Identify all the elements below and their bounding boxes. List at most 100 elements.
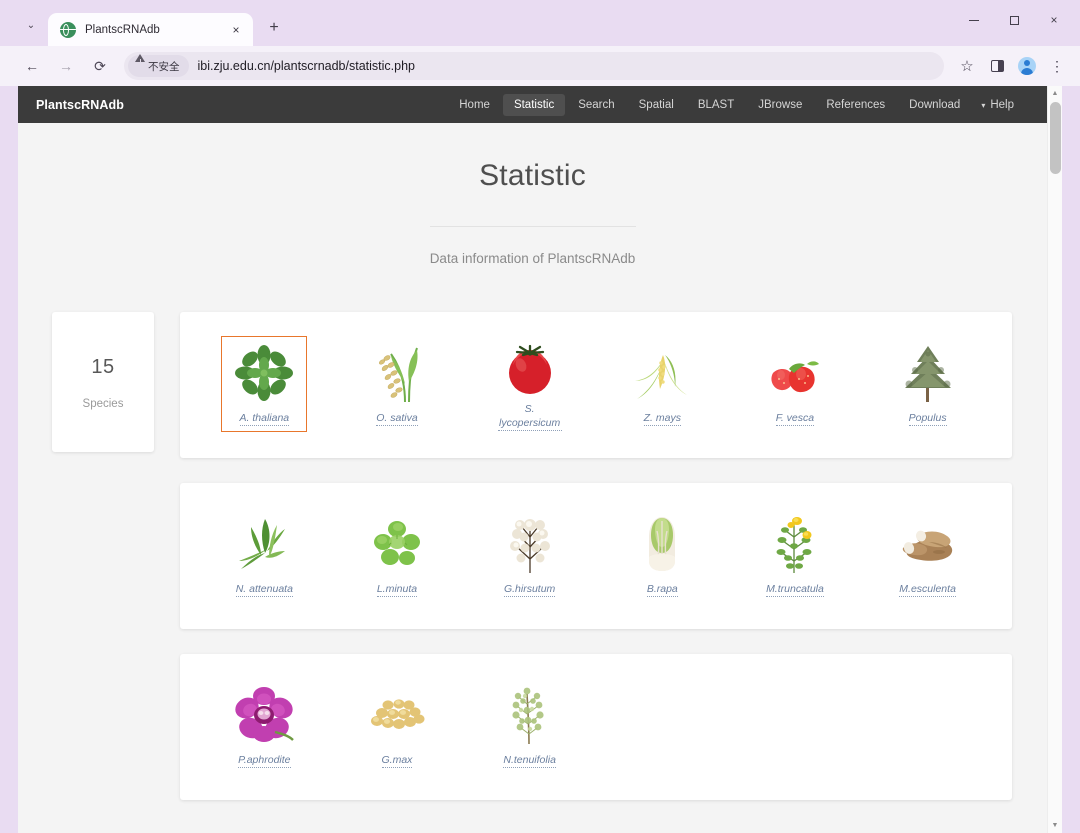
nav-item-search[interactable]: Search: [567, 94, 625, 116]
scroll-up-arrow-icon[interactable]: ▲: [1048, 86, 1062, 101]
species-item[interactable]: F. vesca: [729, 336, 862, 432]
species-thumb-box[interactable]: Populus: [885, 336, 971, 432]
species-item[interactable]: Populus: [861, 336, 994, 432]
avatar-glyph: [1018, 57, 1036, 75]
species-panel-row-3: P.aphrodite G.max N.tenuifolia: [180, 654, 1012, 800]
species-count-number: 15: [91, 356, 115, 378]
species-name[interactable]: M.truncatula: [766, 582, 824, 598]
species-thumb-box[interactable]: G.max: [354, 678, 440, 774]
species-thumb-box[interactable]: F. vesca: [752, 336, 838, 432]
species-item[interactable]: S. lycopersicum: [463, 336, 596, 432]
nav-item-download[interactable]: Download: [898, 94, 971, 116]
address-bar[interactable]: 不安全 ibi.zju.edu.cn/plantscrnadb/statisti…: [124, 52, 944, 80]
species-thumb-box[interactable]: O. sativa: [354, 336, 440, 432]
site-brand[interactable]: PlantscRNAdb: [36, 98, 124, 112]
cabbage-icon: [626, 512, 698, 576]
species-thumb-box[interactable]: Z. mays: [619, 336, 705, 432]
site-navbar: PlantscRNAdb Home Statistic Search Spati…: [18, 86, 1047, 123]
species-item[interactable]: B.rapa: [596, 507, 729, 603]
security-status-badge[interactable]: 不安全: [128, 53, 189, 77]
species-thumb-box[interactable]: G.hirsutum: [487, 507, 573, 603]
species-item[interactable]: N. attenuata: [198, 507, 331, 603]
species-item[interactable]: Z. mays: [596, 336, 729, 432]
window-controls: ×: [954, 6, 1074, 34]
nav-item-spatial[interactable]: Spatial: [628, 94, 685, 116]
orchid-icon: [228, 683, 300, 747]
nav-item-references[interactable]: References: [815, 94, 896, 116]
statistics-layout: 15 Species A. thaliana O. sativa S. lyco…: [18, 312, 1047, 800]
close-icon[interactable]: ×: [227, 21, 245, 39]
species-item[interactable]: M.truncatula: [729, 507, 862, 603]
nav-item-help[interactable]: ▾ Help: [973, 94, 1025, 116]
species-thumb-box[interactable]: L.minuta: [354, 507, 440, 603]
species-item[interactable]: O. sativa: [331, 336, 464, 432]
web-page: PlantscRNAdb Home Statistic Search Spati…: [18, 86, 1047, 833]
species-thumb-box[interactable]: N.tenuifolia: [487, 678, 573, 774]
window-close-button[interactable]: ×: [1034, 6, 1074, 34]
back-icon[interactable]: ←: [18, 52, 46, 80]
species-item[interactable]: G.max: [331, 678, 464, 774]
species-thumb-box[interactable]: M.esculenta: [885, 507, 971, 603]
bookmark-star-icon[interactable]: ☆: [952, 52, 982, 80]
page-scrollbar[interactable]: ▲ ▼: [1047, 86, 1062, 833]
scrollbar-thumb[interactable]: [1050, 102, 1061, 174]
page-title: Statistic: [479, 159, 586, 192]
browser-toolbar: ← → ⟳ 不安全 ibi.zju.edu.cn/plantscrnadb/st…: [0, 46, 1080, 86]
species-name[interactable]: O. sativa: [376, 411, 418, 427]
species-name[interactable]: G.max: [381, 753, 413, 769]
species-name[interactable]: Populus: [908, 411, 947, 427]
species-thumb-box[interactable]: P.aphrodite: [221, 678, 307, 774]
species-name[interactable]: B.rapa: [646, 582, 678, 598]
species-thumb-box[interactable]: A. thaliana: [221, 336, 308, 432]
reload-icon[interactable]: ⟳: [86, 52, 114, 80]
species-name[interactable]: N. attenuata: [235, 582, 293, 598]
species-name[interactable]: S. lycopersicum: [497, 402, 562, 431]
species-name[interactable]: G.hirsutum: [503, 582, 556, 598]
soybean-icon: [361, 683, 433, 747]
species-name[interactable]: A. thaliana: [239, 411, 290, 427]
page-subtitle: Data information of PlantscRNAdb: [429, 251, 636, 266]
nav-item-jbrowse[interactable]: JBrowse: [747, 94, 813, 116]
species-name[interactable]: M.esculenta: [899, 582, 956, 598]
star-glyph: ☆: [960, 57, 974, 75]
species-name[interactable]: N.tenuifolia: [503, 753, 556, 769]
species-panel-row-1: A. thaliana O. sativa S. lycopersicum Z.…: [180, 312, 1012, 458]
poplar-icon: [892, 341, 964, 405]
new-tab-button[interactable]: +: [261, 15, 287, 41]
forward-icon[interactable]: →: [52, 52, 80, 80]
cotton-icon: [494, 512, 566, 576]
species-name[interactable]: Z. mays: [643, 411, 681, 427]
species-name[interactable]: F. vesca: [775, 411, 815, 427]
profile-avatar-icon[interactable]: [1012, 52, 1042, 80]
tab-search-caret-icon[interactable]: ⌄: [18, 12, 44, 38]
nav-item-statistic[interactable]: Statistic: [502, 93, 566, 116]
species-item[interactable]: P.aphrodite: [198, 678, 331, 774]
tomato-icon: [494, 341, 566, 396]
browser-menu-icon[interactable]: ⋮: [1042, 52, 1072, 80]
browser-tab[interactable]: PlantscRNAdb ×: [48, 13, 253, 46]
species-thumb-box[interactable]: B.rapa: [619, 507, 705, 603]
species-item[interactable]: L.minuta: [331, 507, 464, 603]
species-item[interactable]: G.hirsutum: [463, 507, 596, 603]
species-item[interactable]: A. thaliana: [198, 336, 331, 432]
minimize-button[interactable]: [954, 6, 994, 34]
cassava-icon: [892, 512, 964, 576]
maximize-button[interactable]: [994, 6, 1034, 34]
page-content: Statistic Data information of PlantscRNA…: [18, 159, 1047, 800]
side-panel-glyph: [990, 60, 1004, 72]
strawberry-icon: [759, 341, 831, 405]
species-name[interactable]: P.aphrodite: [238, 753, 291, 769]
nav-item-blast[interactable]: BLAST: [687, 94, 745, 116]
dots-glyph: ⋮: [1050, 58, 1064, 74]
species-item[interactable]: M.esculenta: [861, 507, 994, 603]
species-name[interactable]: L.minuta: [376, 582, 418, 598]
scroll-down-arrow-icon[interactable]: ▼: [1048, 818, 1062, 833]
species-count-card: 15 Species: [52, 312, 154, 452]
nav-item-home[interactable]: Home: [448, 94, 501, 116]
arabidopsis-icon: [228, 341, 300, 405]
species-thumb-box[interactable]: S. lycopersicum: [487, 336, 573, 432]
species-item[interactable]: N.tenuifolia: [463, 678, 596, 774]
species-thumb-box[interactable]: N. attenuata: [221, 507, 307, 603]
side-panel-icon[interactable]: [982, 52, 1012, 80]
tab-strip: ⌄ PlantscRNAdb × + ×: [0, 0, 1080, 46]
